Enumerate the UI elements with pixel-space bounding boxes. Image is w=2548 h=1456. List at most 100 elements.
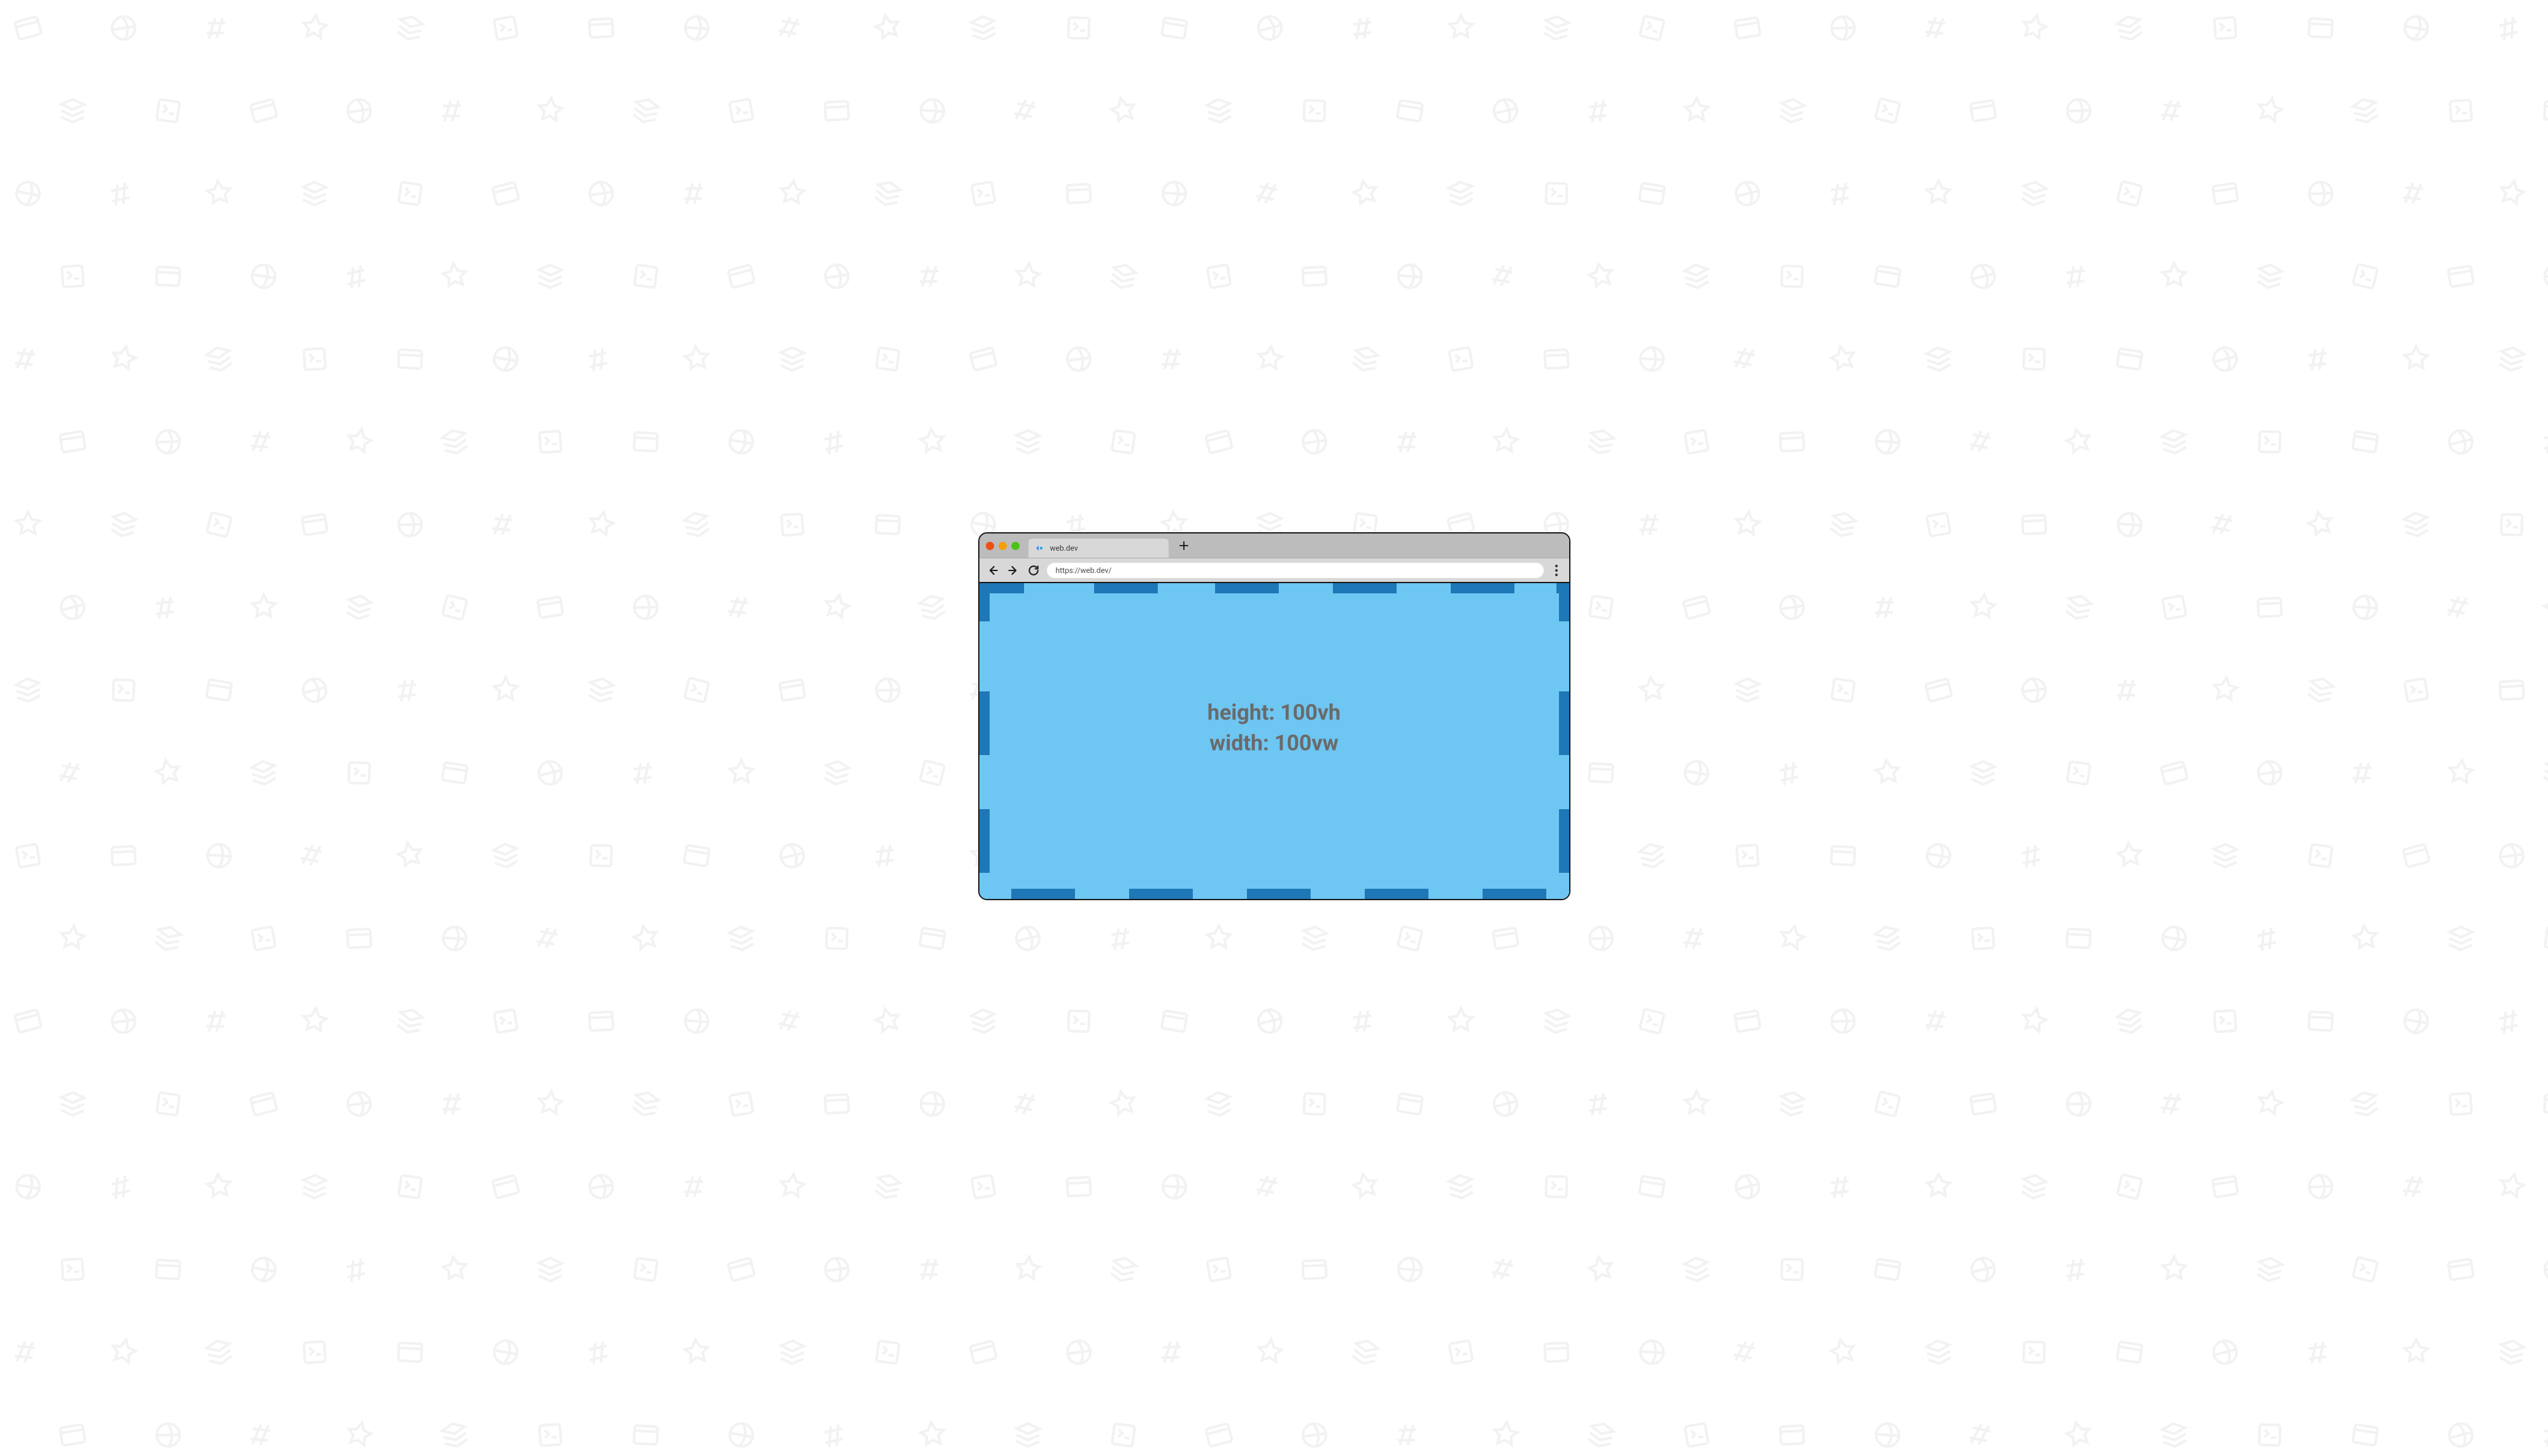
back-button[interactable]: [986, 563, 1000, 577]
bg-decorative-icon: [1487, 1085, 1524, 1122]
bg-decorative-icon: [2112, 1003, 2147, 1039]
bg-decorative-icon: [1585, 757, 1617, 789]
bg-decorative-icon: [1730, 1334, 1765, 1370]
bg-decorative-icon: [965, 176, 1001, 211]
bg-decorative-icon: [1200, 423, 1238, 461]
bg-decorative-icon: [2111, 175, 2148, 212]
bg-decorative-icon: [1348, 1004, 1382, 1038]
bg-decorative-icon: [869, 1168, 906, 1205]
bg-decorative-icon: [2017, 1170, 2051, 1203]
bg-decorative-icon: [583, 507, 620, 543]
bg-decorative-icon: [1297, 1418, 1332, 1452]
bg-decorative-icon: [1157, 11, 1192, 46]
bg-decorative-icon: [57, 95, 89, 127]
bg-decorative-icon: [1635, 674, 1669, 707]
address-bar[interactable]: https://web.dev/: [1047, 563, 1544, 578]
bg-decorative-icon: [1633, 1003, 1670, 1040]
bg-decorative-icon: [10, 1003, 47, 1040]
bg-decorative-icon: [2400, 1170, 2433, 1203]
bg-decorative-icon: [776, 1170, 809, 1204]
bg-decorative-icon: [821, 95, 853, 127]
minimize-window-button[interactable]: [999, 542, 1007, 550]
bg-decorative-icon: [246, 258, 281, 294]
bg-decorative-icon: [2443, 590, 2479, 625]
bg-decorative-icon: [488, 1334, 523, 1370]
bg-decorative-icon: [2156, 921, 2192, 956]
bg-decorative-icon: [152, 260, 184, 292]
bg-decorative-icon: [299, 1171, 331, 1203]
bg-decorative-icon: [393, 1170, 427, 1204]
bg-decorative-icon: [488, 1003, 523, 1039]
bg-decorative-icon: [2539, 425, 2548, 458]
maximize-window-button[interactable]: [1011, 542, 1020, 550]
bg-decorative-icon: [1870, 259, 1905, 294]
bg-decorative-icon: [1159, 344, 1190, 375]
bg-decorative-icon: [2444, 1252, 2479, 1287]
bg-decorative-icon: [2252, 1086, 2288, 1122]
bg-decorative-icon: [341, 424, 378, 460]
bg-decorative-icon: [1488, 921, 1523, 956]
bg-decorative-icon: [2018, 509, 2050, 541]
bg-decorative-icon: [393, 673, 427, 707]
bg-decorative-icon: [534, 94, 567, 128]
bg-decorative-icon: [247, 756, 280, 789]
bg-decorative-icon: [777, 344, 808, 375]
bg-decorative-icon: [1825, 1334, 1861, 1371]
bg-decorative-icon: [1634, 838, 1670, 873]
bg-decorative-icon: [534, 1418, 566, 1451]
bg-decorative-icon: [2303, 1335, 2337, 1369]
bg-decorative-icon: [2112, 10, 2147, 46]
bg-decorative-icon: [2398, 1003, 2434, 1039]
bg-decorative-icon: [1730, 1004, 1765, 1039]
bg-decorative-icon: [1869, 1085, 1906, 1122]
bg-decorative-icon: [2016, 1003, 2053, 1040]
bg-decorative-icon: [533, 590, 568, 625]
bg-decorative-icon: [1393, 260, 1426, 292]
bg-decorative-icon: [54, 589, 91, 626]
bg-decorative-icon: [1347, 341, 1384, 378]
browser-menu-button[interactable]: [1550, 564, 1563, 577]
bg-decorative-icon: [2444, 94, 2477, 127]
new-tab-button[interactable]: [1175, 537, 1193, 555]
bg-decorative-icon: [1348, 11, 1382, 45]
bg-decorative-icon: [2112, 342, 2147, 377]
bg-decorative-icon: [342, 1087, 376, 1121]
bg-decorative-icon: [1063, 178, 1095, 209]
bg-decorative-icon: [2494, 1169, 2530, 1205]
bg-decorative-icon: [488, 10, 523, 46]
bg-decorative-icon: [2401, 1337, 2431, 1368]
bg-decorative-icon: [2060, 589, 2097, 626]
browser-tab[interactable]: web.dev: [1028, 539, 1169, 558]
bg-decorative-icon: [2305, 1005, 2337, 1037]
bg-decorative-icon: [1681, 95, 1712, 126]
forward-button[interactable]: [1006, 563, 1020, 577]
bg-decorative-icon: [1010, 1086, 1046, 1122]
bg-decorative-icon: [1444, 1170, 1477, 1203]
bg-decorative-icon: [915, 590, 950, 625]
bg-decorative-icon: [57, 1089, 89, 1120]
bg-decorative-icon: [1541, 1171, 1572, 1203]
bg-decorative-icon: [725, 922, 758, 955]
bg-decorative-icon: [2495, 342, 2528, 376]
bg-decorative-icon: [247, 1418, 280, 1452]
bg-decorative-icon: [2303, 342, 2337, 376]
bg-decorative-icon: [298, 1005, 332, 1038]
bg-decorative-icon: [394, 509, 426, 541]
bg-decorative-icon: [2114, 675, 2146, 706]
bg-decorative-icon: [1965, 1417, 2001, 1453]
bg-decorative-icon: [1201, 1252, 1237, 1287]
bg-decorative-icon: [10, 1169, 46, 1205]
tab-title: web.dev: [1050, 544, 1078, 553]
bg-decorative-icon: [203, 1170, 236, 1204]
bg-decorative-icon: [1774, 921, 1811, 957]
bg-decorative-icon: [726, 758, 757, 788]
reload-button[interactable]: [1027, 563, 1041, 577]
close-window-button[interactable]: [986, 542, 994, 550]
bg-decorative-icon: [489, 508, 522, 541]
bg-decorative-icon: [1299, 95, 1330, 127]
bg-decorative-icon: [1395, 427, 1426, 458]
bg-decorative-icon: [1729, 175, 1766, 212]
bg-decorative-icon: [917, 261, 948, 292]
bg-decorative-icon: [1443, 341, 1479, 377]
bg-decorative-icon: [2349, 922, 2382, 956]
